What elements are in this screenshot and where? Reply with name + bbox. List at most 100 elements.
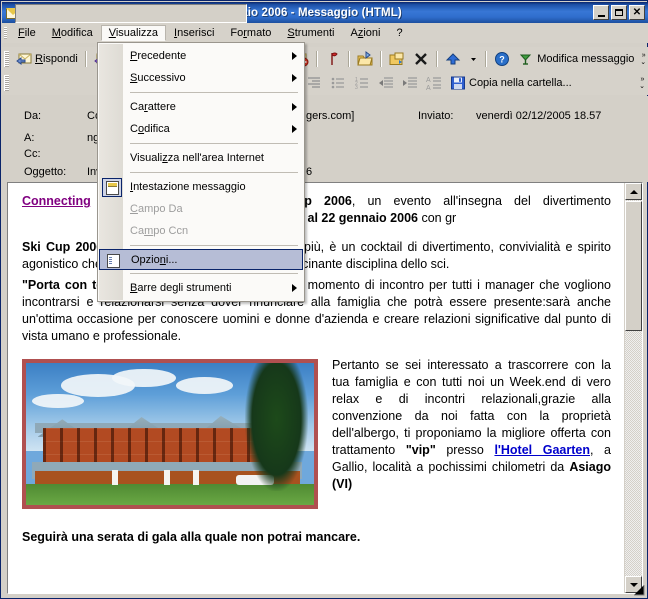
resize-grip[interactable]	[633, 584, 645, 596]
p2-bold: Ski Cup 2006	[22, 240, 104, 254]
copy-to-folder-label: Copia nella cartella...	[469, 77, 572, 89]
subject-label: Oggetto:	[24, 166, 67, 178]
connecting-link[interactable]: Connecting	[22, 194, 91, 208]
message-header-icon	[102, 178, 122, 197]
flag-icon	[325, 51, 341, 67]
toolbar-separator	[84, 51, 87, 67]
font-size-button[interactable]: AA	[422, 73, 446, 93]
close-button[interactable]: ✕	[629, 5, 645, 20]
previous-item-button[interactable]	[441, 49, 465, 69]
help-button[interactable]: ?	[490, 49, 514, 69]
menu-item-visualizza-area-internet[interactable]: Visualizza nell'area Internet	[98, 147, 304, 169]
body-paragraph-5: Seguirà una serata di gala alla quale no…	[22, 530, 361, 544]
menu-item-label: Successivo	[130, 72, 186, 84]
menu-item-barre-degli-strumenti[interactable]: Barre degli strumenti	[98, 277, 304, 299]
svg-text:?: ?	[499, 55, 505, 65]
toolbar-grip-2[interactable]	[4, 75, 9, 91]
chevron-down-icon	[469, 51, 478, 67]
menu-inserisci[interactable]: Inserisci	[166, 25, 222, 41]
p1-seg-d: con gr	[417, 211, 457, 225]
outlook-message-window: Invito - Ski Cup, Gallio (VI), 20-22 Gen…	[0, 0, 648, 599]
previous-item-icon	[445, 51, 461, 67]
wizard-icon	[518, 51, 534, 67]
sent-value: venerdì 02/12/2005 18.57	[476, 110, 602, 122]
menu-item-precedente[interactable]: Precedente	[98, 45, 304, 67]
to-label: A:	[24, 132, 35, 144]
hotel-gaarten-link[interactable]: l'Hotel Gaarten	[494, 443, 590, 457]
menu-item-label: Codifica	[130, 123, 170, 135]
subject-value-tail: 6	[306, 166, 313, 178]
cc-label: Cc:	[24, 148, 41, 160]
menu-strumenti[interactable]: Strumenti	[279, 25, 342, 41]
minimize-button[interactable]	[593, 5, 609, 20]
submenu-arrow-icon	[292, 103, 297, 111]
menu-item-label: Visualizza nell'area Internet	[130, 152, 264, 164]
hotel-gaarten-photo	[22, 359, 318, 509]
help-icon: ?	[494, 51, 510, 67]
decrease-indent-button[interactable]	[374, 73, 398, 93]
save-icon	[450, 75, 466, 91]
menu-item-codifica[interactable]: Codifica	[98, 118, 304, 140]
toolbar-separator-6	[380, 51, 383, 67]
toolbar-grip[interactable]	[4, 51, 9, 67]
p1-seg-b: , un evento all'insegna del divertimento	[351, 194, 611, 208]
menu-visualizza[interactable]: Visualizza	[100, 25, 167, 41]
menu-item-label: Campo Ccn	[130, 225, 189, 237]
bullet-list-button[interactable]	[326, 73, 350, 93]
reply-icon	[16, 51, 32, 67]
copy-to-folder-button[interactable]: Copia nella cartella...	[446, 73, 576, 93]
font-size-icon: AA	[426, 75, 442, 92]
previous-item-dropdown[interactable]	[465, 49, 482, 69]
toolbar-separator-8	[485, 51, 488, 67]
scroll-up-button[interactable]	[625, 183, 642, 200]
menu-item-label: Opzioni...	[131, 253, 178, 266]
toolbar-separator-4	[316, 51, 319, 67]
move-to-folder-button[interactable]	[385, 49, 409, 69]
increase-indent-button[interactable]	[398, 73, 422, 93]
menu-item-label: Precedente	[130, 50, 187, 62]
menu-item-intestazione-messaggio[interactable]: Intestazione messaggio	[98, 176, 304, 198]
wizard-button[interactable]: Modifica messaggio	[514, 49, 638, 69]
menu-help[interactable]: ?	[388, 25, 410, 41]
svg-text:A: A	[426, 77, 431, 84]
toolbar-overflow-button-2[interactable]: » ⌄	[636, 72, 648, 94]
toolbar-separator-7	[436, 51, 439, 67]
p1-bold-b: 20 al 22 gennaio 2006	[290, 211, 418, 225]
account-combo[interactable]	[15, 4, 247, 23]
reply-label: Rispondi	[35, 53, 78, 65]
menu-item-label: Campo Da	[130, 203, 183, 215]
menu-item-opzioni[interactable]: Opzioni...	[99, 249, 303, 270]
menu-separator-2	[130, 143, 298, 144]
svg-text:A: A	[426, 85, 431, 91]
menu-file[interactable]: FFileile	[10, 25, 44, 41]
menu-formato[interactable]: Formato	[222, 25, 279, 41]
flag-button[interactable]	[321, 49, 345, 69]
menu-item-campo-da: Campo Da	[98, 198, 304, 220]
sent-label: Inviato:	[418, 110, 454, 122]
body-scrollbar[interactable]	[624, 183, 642, 593]
menu-azioni[interactable]: Azioni	[342, 25, 388, 41]
menu-modifica[interactable]: Modifica	[44, 25, 101, 41]
open-folder-button[interactable]	[353, 49, 377, 69]
reply-button[interactable]: Rispondi	[12, 49, 82, 69]
maximize-button[interactable]	[611, 5, 627, 20]
numbered-list-button[interactable]: 123	[350, 73, 374, 93]
p4-text-b: presso	[435, 443, 495, 457]
align-right-icon	[306, 75, 322, 91]
move-to-folder-icon	[389, 51, 405, 67]
delete-button[interactable]	[409, 49, 433, 69]
menu-item-carattere[interactable]: Carattere	[98, 96, 304, 118]
numbered-list-icon: 123	[354, 75, 370, 91]
scroll-thumb[interactable]	[625, 201, 642, 331]
menu-item-label: Carattere	[130, 101, 176, 113]
from-label: Da:	[24, 110, 42, 122]
submenu-arrow-icon	[292, 74, 297, 82]
p4-bold-vip: "vip"	[405, 443, 436, 457]
menu-item-label: Intestazione messaggio	[130, 181, 246, 193]
menu-item-successivo[interactable]: Successivo	[98, 67, 304, 89]
align-right-button[interactable]	[302, 73, 326, 93]
visualizza-dropdown-menu: Precedente Successivo Carattere Codifica…	[97, 42, 305, 302]
menu-item-campo-ccn: Campo Ccn	[98, 220, 304, 242]
toolbar-overflow-button[interactable]: » ⌄	[638, 48, 648, 70]
menu-separator	[130, 92, 298, 93]
